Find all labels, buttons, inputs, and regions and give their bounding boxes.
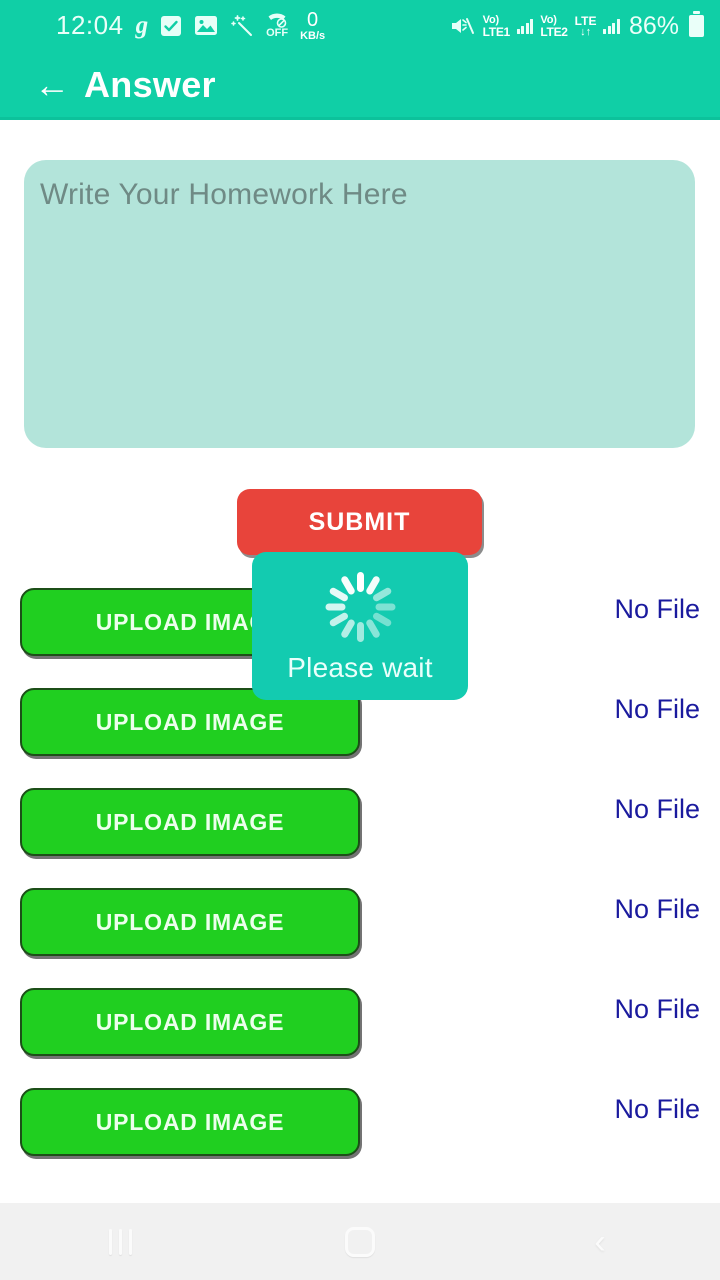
- loading-spinner-icon: [321, 568, 399, 646]
- sim2-name-label: LTE2: [540, 24, 568, 39]
- app-root: 12:04 g OFF 0 KB/s Vo) LTE1 Vo) LTE2 LTE…: [0, 0, 720, 1280]
- file-status-label: No File: [614, 1094, 700, 1124]
- status-bar-left: 12:04 g OFF 0 KB/s: [56, 8, 326, 43]
- sim2-volte-label: Vo): [540, 13, 557, 26]
- upload-row: UPLOAD IMAGE No File: [0, 788, 720, 888]
- battery-icon: [689, 11, 704, 37]
- sim1-volte-label: Vo): [482, 13, 500, 26]
- sim1-name-label: LTE1: [482, 24, 511, 39]
- upload-image-button[interactable]: UPLOAD IMAGE: [20, 888, 360, 956]
- sim2-signal-bars-icon: [603, 18, 620, 34]
- answer-textarea[interactable]: Write Your Homework Here: [24, 160, 695, 448]
- gallery-image-icon: [194, 15, 218, 36]
- nav-home-button[interactable]: [240, 1226, 480, 1257]
- g-app-icon: g: [135, 12, 149, 40]
- back-arrow-icon[interactable]: ←: [34, 66, 70, 103]
- upload-row: UPLOAD IMAGE No File: [0, 1088, 720, 1188]
- file-status-label: No File: [614, 794, 700, 824]
- please-wait-dialog: Please wait: [252, 552, 468, 700]
- dialog-message: Please wait: [287, 652, 433, 683]
- home-icon: [345, 1226, 375, 1257]
- upload-row: UPLOAD IMAGE No File: [0, 988, 720, 1088]
- checkbox-checked-icon: [160, 15, 182, 37]
- battery-percent-label: 86%: [628, 11, 679, 40]
- call-off-icon: OFF: [266, 13, 288, 40]
- submit-button[interactable]: SUBMIT: [237, 489, 482, 555]
- mute-icon: [450, 16, 476, 36]
- sim1-signal-bars-icon: [516, 18, 534, 34]
- upload-row: UPLOAD IMAGE No File: [0, 888, 720, 988]
- status-bar: 12:04 g OFF 0 KB/s Vo) LTE1 Vo) LTE2 LTE…: [0, 0, 720, 52]
- upload-image-button[interactable]: UPLOAD IMAGE: [20, 988, 360, 1056]
- sim1-indicator: Vo) LTE1: [482, 13, 511, 39]
- page-title: Answer: [84, 63, 216, 105]
- file-status-label: No File: [614, 594, 700, 624]
- data-speed-indicator: 0 KB/s: [300, 8, 326, 43]
- data-speed-unit: KB/s: [300, 29, 326, 42]
- app-bar: ← Answer: [0, 52, 720, 120]
- system-navigation-bar: ‹: [0, 1203, 720, 1280]
- network-type-indicator: LTE ↓↑: [575, 15, 597, 38]
- network-type-label: LTE: [574, 13, 597, 28]
- answer-textarea-placeholder: Write Your Homework Here: [40, 178, 408, 211]
- nav-recents-button[interactable]: [0, 1228, 240, 1255]
- file-status-label: No File: [614, 894, 700, 924]
- data-speed-value: 0: [307, 8, 319, 31]
- file-status-label: No File: [614, 694, 700, 724]
- nav-back-button[interactable]: ‹: [480, 1225, 720, 1259]
- magic-wand-icon: [230, 14, 254, 38]
- status-clock: 12:04: [56, 10, 124, 41]
- recents-icon: [108, 1228, 132, 1255]
- network-traffic-arrows-icon: ↓↑: [580, 25, 592, 38]
- status-bar-right: Vo) LTE1 Vo) LTE2 LTE ↓↑ 86%: [450, 11, 704, 41]
- file-status-label: No File: [614, 994, 700, 1024]
- upload-image-button[interactable]: UPLOAD IMAGE: [20, 788, 360, 856]
- upload-image-button[interactable]: UPLOAD IMAGE: [20, 1088, 360, 1156]
- call-off-label: OFF: [266, 26, 289, 39]
- back-chevron-icon: ‹: [594, 1222, 606, 1261]
- sim2-indicator: Vo) LTE2: [540, 13, 568, 39]
- upload-row: UPLOAD IMAGE No File: [0, 688, 720, 788]
